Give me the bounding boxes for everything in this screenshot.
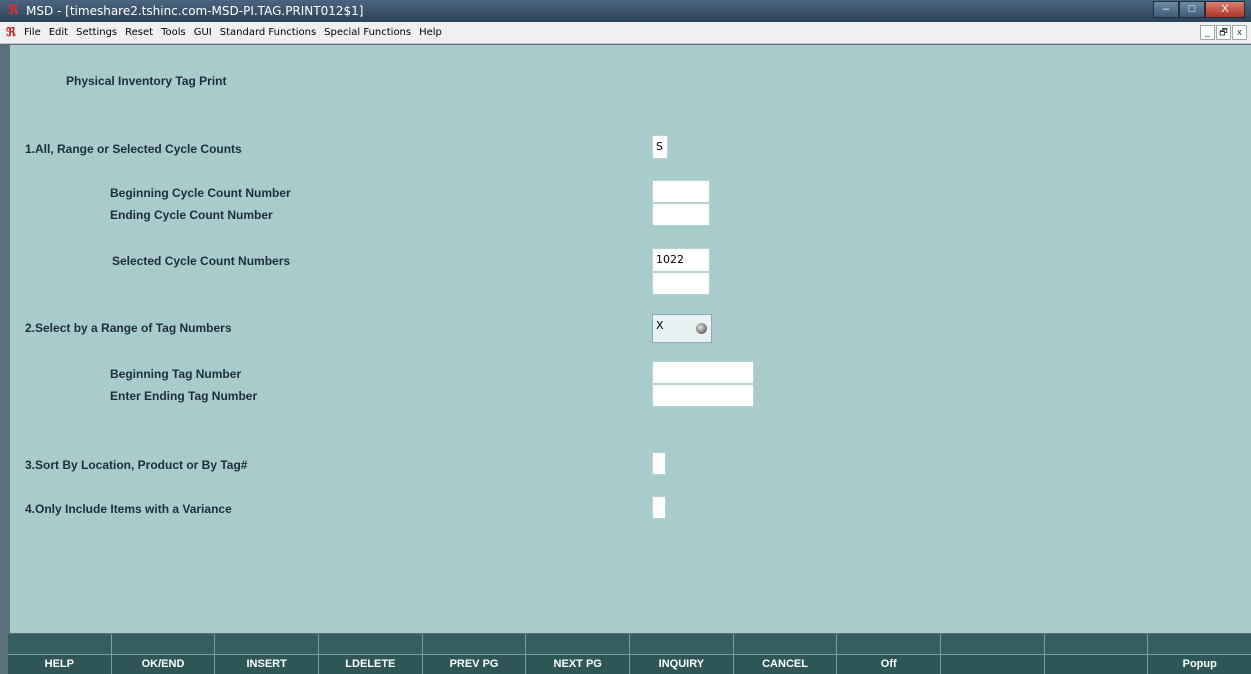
menu-help[interactable]: Help: [419, 26, 442, 39]
menu-bar: ℜ File Edit Settings Reset Tools GUI Sta…: [0, 22, 1251, 44]
fkey-next-pg[interactable]: NEXT PG: [526, 634, 630, 674]
fkey-upper-slot: [8, 634, 111, 654]
fkey-upper-slot: [422, 634, 526, 654]
menu-gui[interactable]: GUI: [194, 26, 212, 39]
q4-label: 4.Only Include Items with a Variance: [25, 502, 232, 516]
q2-combo-value: X: [656, 319, 664, 332]
function-key-bar: HELP OK/END INSERT LDELETE PREV PG NEXT …: [8, 634, 1251, 674]
app-icon: ℜ: [7, 2, 19, 17]
end-tag-label: Enter Ending Tag Number: [110, 389, 258, 403]
fkey-upper-slot: [1148, 634, 1251, 654]
fkey-cancel[interactable]: CANCEL: [733, 634, 837, 674]
fkey-off[interactable]: Off: [837, 634, 941, 674]
fkey-inquiry[interactable]: INQUIRY: [630, 634, 733, 674]
fkey-upper-slot: [733, 634, 837, 654]
menu-standard-functions[interactable]: Standard Functions: [220, 26, 316, 39]
menu-edit[interactable]: Edit: [49, 26, 68, 39]
begin-tag-label: Beginning Tag Number: [110, 367, 242, 381]
selected-cycle-counts-label: Selected Cycle Count Numbers: [112, 254, 291, 268]
menu-items: File Edit Settings Reset Tools GUI Stand…: [24, 26, 450, 39]
q2-select-combo[interactable]: X: [652, 314, 712, 343]
fkey-prev-pg[interactable]: PREV PG: [422, 634, 526, 674]
q1-label: 1.All, Range or Selected Cycle Counts: [25, 142, 242, 156]
begin-cycle-count-label: Beginning Cycle Count Number: [110, 186, 291, 200]
fkey-label: [1044, 655, 1148, 674]
menu-reset[interactable]: Reset: [125, 26, 153, 39]
q3-sort-field[interactable]: [652, 452, 666, 475]
q2-label: 2.Select by a Range of Tag Numbers: [25, 321, 232, 335]
fkey-label: PREV PG: [422, 655, 526, 674]
fkey-upper-slot: [837, 634, 941, 654]
form-panel: Physical Inventory Tag Print 1.All, Rang…: [10, 45, 1251, 633]
fkey-blank-2[interactable]: [1044, 634, 1148, 674]
page-title: Physical Inventory Tag Print: [66, 74, 227, 88]
window-title: MSD - [timeshare2.tshinc.com-MSD-PI.TAG.…: [26, 4, 364, 18]
mdi-app-icon: ℜ: [6, 25, 16, 39]
fkey-blank-1[interactable]: [941, 634, 1044, 674]
begin-cycle-count-field[interactable]: [652, 180, 710, 203]
fkey-label: CANCEL: [733, 655, 837, 674]
fkey-label: HELP: [8, 655, 111, 674]
fkey-upper-slot: [630, 634, 733, 654]
fkey-insert[interactable]: INSERT: [215, 634, 319, 674]
fkey-ldelete[interactable]: LDELETE: [319, 634, 422, 674]
fkey-label: [941, 655, 1044, 674]
fkey-label: INSERT: [215, 655, 319, 674]
q3-label: 3.Sort By Location, Product or By Tag#: [25, 458, 248, 472]
menu-settings[interactable]: Settings: [76, 26, 117, 39]
title-bar: ℜ MSD - [timeshare2.tshinc.com-MSD-PI.TA…: [0, 0, 1251, 22]
mdi-restore-button[interactable]: 🗗: [1216, 25, 1231, 40]
fkey-upper-slot: [111, 634, 215, 654]
fkey-label: OK/END: [111, 655, 215, 674]
end-cycle-count-field[interactable]: [652, 203, 710, 226]
q1-selection-field[interactable]: S: [652, 135, 668, 159]
selected-cycle-count-field[interactable]: 1022: [652, 248, 710, 272]
fkey-popup[interactable]: Popup: [1148, 634, 1251, 674]
selected-cycle-count-field[interactable]: [652, 272, 710, 295]
fkey-ok-end[interactable]: OK/END: [111, 634, 215, 674]
fkey-upper-slot: [215, 634, 319, 654]
maximize-button[interactable]: □: [1179, 1, 1205, 18]
fkey-upper-slot: [319, 634, 422, 654]
menu-file[interactable]: File: [24, 26, 41, 39]
mdi-controls: _ 🗗 x: [1199, 25, 1247, 40]
mdi-minimize-button[interactable]: _: [1200, 25, 1215, 40]
mdi-close-button[interactable]: x: [1232, 25, 1247, 40]
fkey-label: INQUIRY: [630, 655, 733, 674]
end-tag-field[interactable]: [652, 384, 754, 407]
fkey-upper-slot: [941, 634, 1044, 654]
q4-variance-field[interactable]: [652, 496, 666, 519]
window-controls: – □ X: [1153, 1, 1245, 19]
fkey-label: NEXT PG: [526, 655, 630, 674]
close-button[interactable]: X: [1205, 1, 1245, 18]
menu-special-functions[interactable]: Special Functions: [324, 26, 411, 39]
fkey-help[interactable]: HELP: [8, 634, 111, 674]
fkey-label: LDELETE: [319, 655, 422, 674]
minimize-button[interactable]: –: [1153, 1, 1179, 18]
fkey-label: Popup: [1148, 655, 1251, 674]
fkey-label: Off: [837, 655, 941, 674]
fkey-upper-slot: [526, 634, 630, 654]
end-cycle-count-label: Ending Cycle Count Number: [110, 208, 273, 222]
dropdown-icon[interactable]: [696, 323, 707, 334]
menu-tools[interactable]: Tools: [161, 26, 186, 39]
begin-tag-field[interactable]: [652, 361, 754, 384]
fkey-upper-slot: [1044, 634, 1148, 654]
